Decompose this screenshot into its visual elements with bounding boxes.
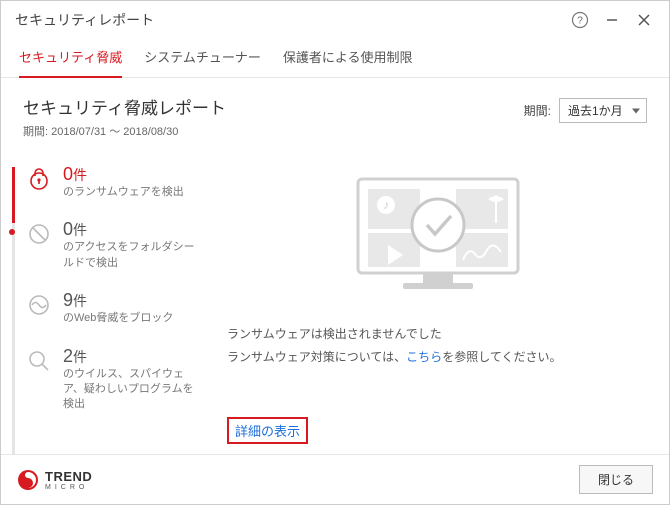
tab-parental-control[interactable]: 保護者による使用制限 [283, 47, 413, 77]
brand-logo: TREND MICRO [17, 469, 92, 491]
stat-web-threat[interactable]: 9件 のWeb脅威をブロック [17, 281, 211, 336]
tab-system-tuner[interactable]: システムチューナー [144, 47, 261, 77]
stat-desc: のウイルス、スパイウェア、疑わしいプログラムを検出 [63, 367, 203, 413]
period-dropdown[interactable]: 過去1か月 [559, 98, 647, 123]
help-icon[interactable]: ? [569, 9, 591, 31]
main-panel: ♪ ランサムウェアは検出されませんでした ランサムウェア対策については、こちらを… [211, 155, 669, 454]
stat-count: 2件 [63, 347, 203, 365]
stat-virus-spyware[interactable]: 2件 のウイルス、スパイウェア、疑わしいプログラムを検出 [17, 337, 211, 423]
status-message: ランサムウェアは検出されませんでした [227, 325, 649, 342]
search-icon [25, 347, 53, 375]
titlebar: セキュリティレポート ? [1, 1, 669, 39]
stat-desc: のWeb脅威をブロック [63, 311, 173, 326]
tab-security-threat[interactable]: セキュリティ脅威 [19, 47, 122, 78]
stat-count: 9件 [63, 291, 173, 309]
brand-name: TREND [45, 469, 92, 484]
stat-desc: のアクセスをフォルダシールドで検出 [63, 240, 203, 271]
period-line: 期間: 2018/07/31 ～ 2018/08/30 [23, 123, 226, 139]
svg-text:?: ? [577, 16, 583, 27]
subheader: セキュリティ脅威レポート 期間: 2018/07/31 ～ 2018/08/30… [1, 78, 669, 147]
info-message: ランサムウェア対策については、こちらを参照してください。 [227, 348, 649, 365]
close-icon[interactable] [633, 9, 655, 31]
report-title: セキュリティ脅威レポート [23, 94, 226, 119]
trend-swirl-icon [17, 469, 39, 491]
stat-desc: のランサムウェアを検出 [63, 185, 184, 200]
minimize-icon[interactable] [601, 9, 623, 31]
monitor-illustration: ♪ [323, 165, 553, 305]
stat-count: 0件 [63, 220, 203, 238]
info-link[interactable]: こちら [406, 350, 442, 364]
window: セキュリティレポート ? セキュリティ脅威 システムチューナー 保護者による使用… [0, 0, 670, 505]
window-title: セキュリティレポート [15, 10, 154, 30]
stat-count: 0件 [63, 165, 184, 183]
brand-sub: MICRO [45, 484, 92, 491]
progress-dot [9, 229, 15, 235]
stat-folder-shield[interactable]: 0件 のアクセスをフォルダシールドで検出 [17, 210, 211, 281]
side-stats: 0件 のランサムウェアを検出 0件 のアクセスをフォルダシールドで検出 [1, 155, 211, 454]
lock-icon [25, 165, 53, 193]
tabs: セキュリティ脅威 システムチューナー 保護者による使用制限 [1, 39, 669, 78]
content: 0件 のランサムウェアを検出 0件 のアクセスをフォルダシールドで検出 [1, 147, 669, 454]
block-icon [25, 220, 53, 248]
progress-bar [12, 167, 15, 454]
period-dropdown-label: 期間: [524, 102, 551, 119]
svg-text:♪: ♪ [383, 198, 389, 212]
show-details-link[interactable]: 詳細の表示 [227, 417, 308, 444]
wave-icon [25, 291, 53, 319]
close-button[interactable]: 閉じる [579, 465, 653, 494]
footer: TREND MICRO 閉じる [1, 454, 669, 504]
stat-ransomware[interactable]: 0件 のランサムウェアを検出 [17, 155, 211, 210]
